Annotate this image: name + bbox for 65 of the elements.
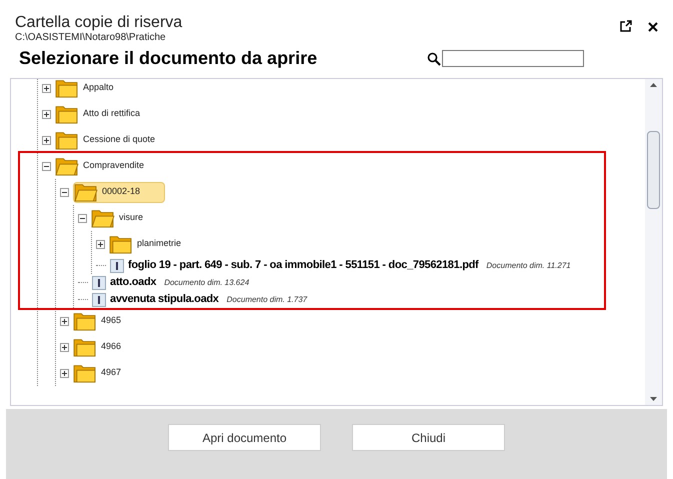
- folder-name: Atto di rettifica: [83, 107, 140, 120]
- dialog-button[interactable]: Apri documento: [168, 424, 321, 451]
- collapse-icon[interactable]: [78, 214, 87, 222]
- expand-icon[interactable]: [42, 110, 51, 118]
- expand-icon[interactable]: [96, 240, 105, 248]
- folder-icon: [73, 363, 97, 383]
- scrollbar[interactable]: [645, 79, 662, 405]
- folder-icon: [73, 311, 97, 331]
- expand-icon[interactable]: [60, 316, 69, 326]
- tree-item[interactable]: Cessione di quote: [55, 130, 164, 150]
- folder-name: planimetrie: [137, 237, 182, 250]
- folder-icon: [74, 182, 98, 202]
- folder-name: Cessione di quote: [83, 133, 156, 146]
- close-icon[interactable]: [648, 22, 658, 32]
- folder-path: C:\OASISTEMI\Notaro98\Pratiche: [15, 32, 167, 44]
- folder-name: 4966: [101, 340, 122, 354]
- collapse-icon[interactable]: [60, 188, 69, 196]
- folder-icon: [55, 79, 79, 98]
- scroll-down-icon[interactable]: [650, 397, 657, 401]
- folder-icon: [91, 208, 115, 228]
- folder-icon: [55, 130, 79, 150]
- collapse-icon[interactable]: [42, 162, 51, 170]
- window-title: Cartella copie di riserva: [15, 14, 184, 32]
- pop-out-icon[interactable]: [620, 20, 632, 32]
- file-size: Documento dim. 1.737: [226, 294, 308, 306]
- expand-icon[interactable]: [42, 136, 51, 144]
- dialog-button[interactable]: Chiudi: [352, 424, 505, 451]
- folder-icon: [109, 234, 133, 254]
- folder-name: Compravendite: [83, 159, 144, 172]
- document-icon: [110, 258, 124, 272]
- file-name: avvenuta stipula.oadx: [110, 292, 219, 308]
- tree-item[interactable]: foglio 19 - part. 649 - sub. 7 - oa immobile1 - 551151 - doc_79562181.pdf Documento dim. 11.271: [96, 257, 571, 274]
- folder-name: 00002-18: [102, 185, 140, 198]
- tree-item[interactable]: Appalto: [55, 79, 122, 98]
- scroll-up-icon[interactable]: [650, 83, 657, 87]
- folder-name: visure: [119, 211, 144, 224]
- tree-item[interactable]: 00002-18: [73, 182, 165, 202]
- folder-name: Appalto: [83, 81, 114, 94]
- document-icon: [92, 276, 106, 290]
- tree-item[interactable]: avvenuta stipula.oadx Documento dim. 1.737: [78, 291, 308, 308]
- dialog-heading: Selezionare il documento da aprire: [18, 47, 318, 70]
- expand-icon[interactable]: [42, 84, 51, 92]
- search-icon: [427, 52, 441, 66]
- folder-icon: [55, 104, 79, 124]
- file-size: Documento dim. 13.624: [164, 276, 250, 288]
- tree-item[interactable]: 4966: [73, 336, 130, 358]
- tree-item[interactable]: 4967: [73, 362, 130, 384]
- tree-item[interactable]: Atto di rettifica: [55, 104, 148, 124]
- scroll-thumb[interactable]: [647, 131, 660, 209]
- tree-item[interactable]: visure: [91, 208, 152, 228]
- file-size: Documento dim. 11.271: [486, 260, 571, 272]
- tree-item[interactable]: 4965: [73, 310, 130, 332]
- file-name: foglio 19 - part. 649 - sub. 7 - oa immobile1 - 551151 - doc_79562181.pdf: [128, 258, 478, 274]
- search-field[interactable]: [442, 50, 584, 67]
- folder-icon: [73, 337, 97, 357]
- file-name: atto.oadx: [110, 275, 156, 290]
- tree-item[interactable]: planimetrie: [109, 234, 190, 254]
- expand-icon[interactable]: [60, 368, 69, 378]
- folder-name: 4967: [101, 366, 122, 380]
- folder-name: 4965: [101, 314, 122, 328]
- tree-item[interactable]: atto.oadx Documento dim. 13.624: [78, 274, 250, 291]
- expand-icon[interactable]: [60, 342, 69, 352]
- document-icon: [92, 292, 106, 306]
- folder-icon: [55, 156, 79, 176]
- tree-item[interactable]: Compravendite: [55, 156, 152, 176]
